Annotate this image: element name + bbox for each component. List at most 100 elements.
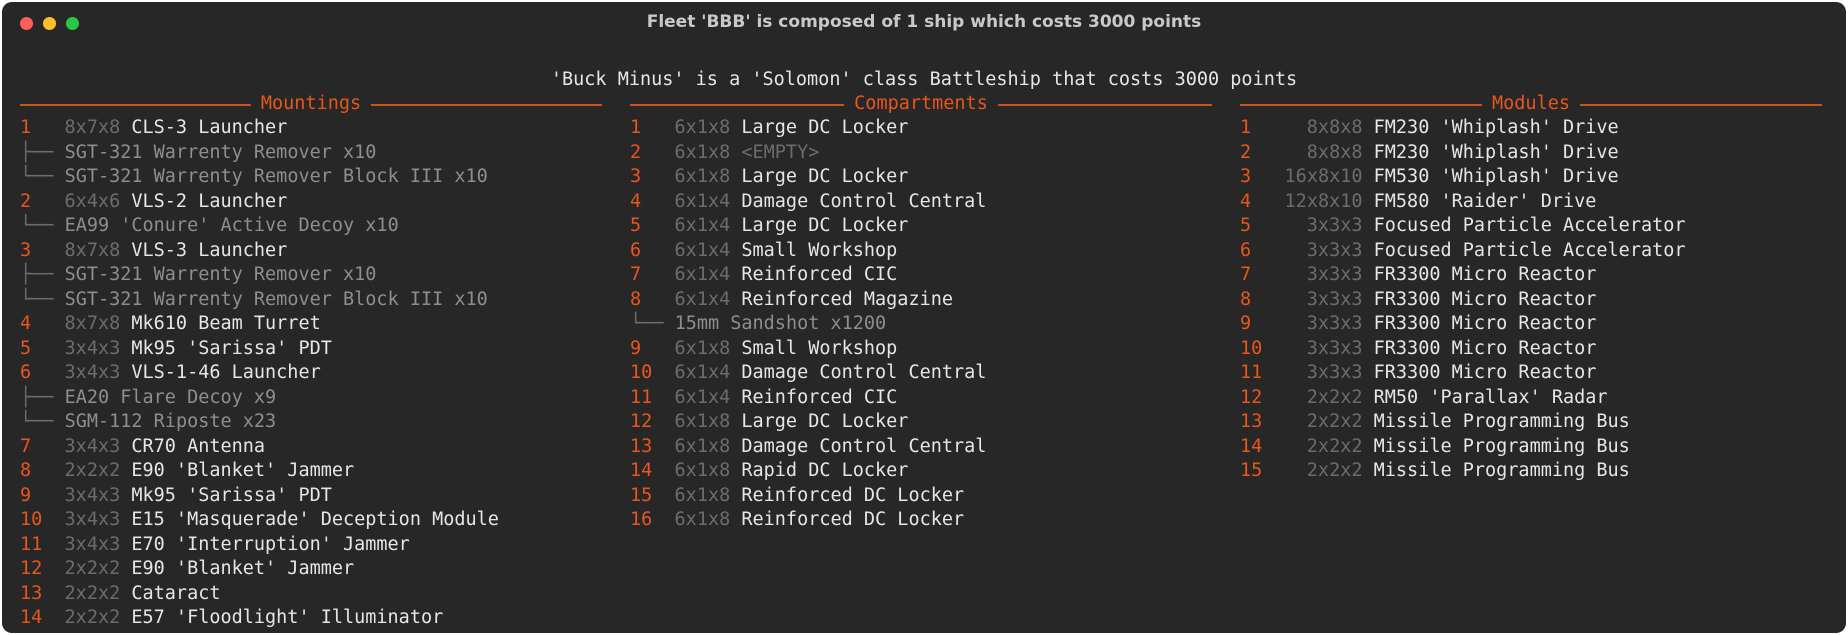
mountings-row: 14 2x2x2 E57 'Floodlight' Illuminator (20, 606, 602, 631)
mountings-sub-row: └── SGT-321 Warrenty Remover Block III x… (20, 165, 602, 190)
compartments-row: 3 6x1x8 Large DC Locker (630, 165, 1212, 190)
slot-size: 2x2x2 (1306, 435, 1363, 457)
modules-row: 12 2x2x2 RM50 'Parallax' Radar (1240, 386, 1822, 411)
mountings-row: 13 2x2x2 Cataract (20, 582, 602, 607)
slot-size: 6x1x8 (674, 460, 731, 481)
component-name: Reinforced Magazine (741, 288, 953, 310)
slot-number: 3 (1240, 166, 1252, 187)
slot-number: 2 (1240, 141, 1252, 163)
mountings-row: 8 2x2x2 E90 'Blanket' Jammer (20, 459, 602, 484)
modules-row: 13 2x2x2 Missile Programming Bus (1240, 410, 1822, 435)
modules-row: 1 8x8x8 FM230 'Whiplash' Drive (1240, 116, 1822, 141)
slot-number: 3 (630, 166, 642, 187)
slot-number: 3 (20, 239, 32, 261)
component-name: Damage Control Central (741, 435, 987, 457)
mountings-column: Mountings 1 8x7x8 CLS-3 Launcher ├── SGT-3… (20, 92, 602, 631)
component-name: Damage Control Central (741, 190, 987, 212)
component-name: E90 'Blanket' Jammer (131, 558, 355, 579)
component-name: Reinforced CIC (741, 264, 898, 285)
mountings-row: 6 3x4x3 VLS-1-46 Launcher (20, 361, 602, 386)
component-name: FM230 'Whiplash' Drive (1373, 117, 1619, 138)
slot-number: 10 (1240, 337, 1263, 359)
compartments-header: Compartments (630, 92, 1212, 116)
modules-row: 4 12x8x10 FM580 'Raider' Drive (1240, 190, 1822, 215)
slot-size: 2x2x2 (1306, 386, 1363, 408)
slot-size: 3x3x3 (1306, 288, 1363, 310)
slot-number: 11 (1240, 362, 1263, 383)
slot-number: 14 (20, 607, 43, 628)
slot-number: 6 (20, 362, 32, 383)
slot-number: 8 (20, 460, 32, 481)
terminal-window: Fleet 'BBB' is composed of 1 ship which … (2, 2, 1846, 633)
slot-size: 6x1x8 (674, 141, 731, 163)
slot-size: 6x1x4 (674, 190, 731, 212)
slot-number: 7 (1240, 264, 1252, 285)
component-name: Large DC Locker (741, 215, 909, 236)
ammo-item: 15mm Sandshot x1200 (674, 313, 887, 334)
slot-size: 6x1x8 (674, 166, 731, 187)
component-name: Missile Programming Bus (1373, 435, 1630, 457)
slot-number: 8 (1240, 288, 1252, 310)
slot-number: 4 (20, 313, 32, 334)
slot-size: 3x3x3 (1306, 313, 1363, 334)
slot-size: 3x4x3 (64, 509, 121, 530)
compartments-row: 1 6x1x8 Large DC Locker (630, 116, 1212, 141)
mountings-sub-row: └── SGM-112 Riposte x23 (20, 410, 602, 435)
component-name: Small Workshop (741, 337, 898, 359)
slot-number: 6 (1240, 239, 1252, 261)
slot-number: 1 (20, 117, 32, 138)
slot-number: 14 (1240, 435, 1263, 457)
component-name: VLS-3 Launcher (131, 239, 288, 261)
modules-row: 10 3x3x3 FR3300 Micro Reactor (1240, 337, 1822, 362)
component-name: E57 'Floodlight' Illuminator (131, 607, 444, 628)
slot-size: 2x2x2 (64, 582, 121, 604)
component-name: Focused Particle Accelerator (1373, 215, 1686, 236)
component-name: Missile Programming Bus (1373, 411, 1630, 432)
modules-row: 6 3x3x3 Focused Particle Accelerator (1240, 239, 1822, 264)
compartments-row: 8 6x1x4 Reinforced Magazine (630, 288, 1212, 313)
slot-size: 6x4x6 (64, 190, 121, 212)
modules-row: 5 3x3x3 Focused Particle Accelerator (1240, 214, 1822, 239)
mountings-sub-row: ├── SGT-321 Warrenty Remover x10 (20, 263, 602, 288)
modules-row: 11 3x3x3 FR3300 Micro Reactor (1240, 361, 1822, 386)
compartments-header-label: Compartments (844, 92, 998, 116)
slot-number: 8 (630, 288, 642, 310)
modules-header-label: Modules (1482, 92, 1580, 116)
tree-branch: ├── (20, 141, 65, 163)
component-name: FR3300 Micro Reactor (1373, 337, 1597, 359)
slot-size: 3x3x3 (1306, 264, 1363, 285)
slot-size: 6x1x8 (674, 509, 731, 530)
compartments-row: 15 6x1x8 Reinforced DC Locker (630, 484, 1212, 509)
slot-size: 8x7x8 (64, 117, 121, 138)
slot-number: 4 (630, 190, 642, 212)
slot-size: 6x1x4 (674, 215, 731, 236)
slot-number: 9 (20, 484, 32, 506)
slot-size: 6x1x4 (674, 264, 731, 285)
slot-size: 2x2x2 (1306, 460, 1363, 481)
modules-row: 7 3x3x3 FR3300 Micro Reactor (1240, 263, 1822, 288)
slot-size: 6x1x4 (674, 362, 731, 383)
component-name: FM230 'Whiplash' Drive (1373, 141, 1619, 163)
mountings-sub-row: └── EA99 'Conure' Active Decoy x10 (20, 214, 602, 239)
slot-number: 15 (630, 484, 653, 506)
slot-number: 12 (1240, 386, 1263, 408)
component-name: FR3300 Micro Reactor (1373, 264, 1597, 285)
slot-size: 6x1x8 (674, 411, 731, 432)
ammo-item: SGT-321 Warrenty Remover Block III x10 (64, 288, 488, 310)
component-name: VLS-1-46 Launcher (131, 362, 321, 383)
modules-row: 14 2x2x2 Missile Programming Bus (1240, 435, 1822, 460)
compartments-row: 16 6x1x8 Reinforced DC Locker (630, 508, 1212, 533)
slot-number: 12 (20, 558, 43, 579)
compartments-list: 1 6x1x8 Large DC Locker 2 6x1x8 <EMPTY> 3 6x1… (630, 116, 1212, 533)
slot-size: 8x8x8 (1306, 141, 1363, 163)
mountings-row: 7 3x4x3 CR70 Antenna (20, 435, 602, 460)
component-name: Reinforced DC Locker (741, 509, 965, 530)
component-name: CR70 Antenna (131, 435, 266, 457)
slot-size: 3x3x3 (1306, 239, 1363, 261)
slot-size: 3x3x3 (1306, 215, 1363, 236)
slot-number: 13 (20, 582, 43, 604)
component-name: Cataract (131, 582, 221, 604)
component-name: E90 'Blanket' Jammer (131, 460, 355, 481)
slot-number: 4 (1240, 190, 1252, 212)
slot-size: 2x2x2 (64, 558, 121, 579)
